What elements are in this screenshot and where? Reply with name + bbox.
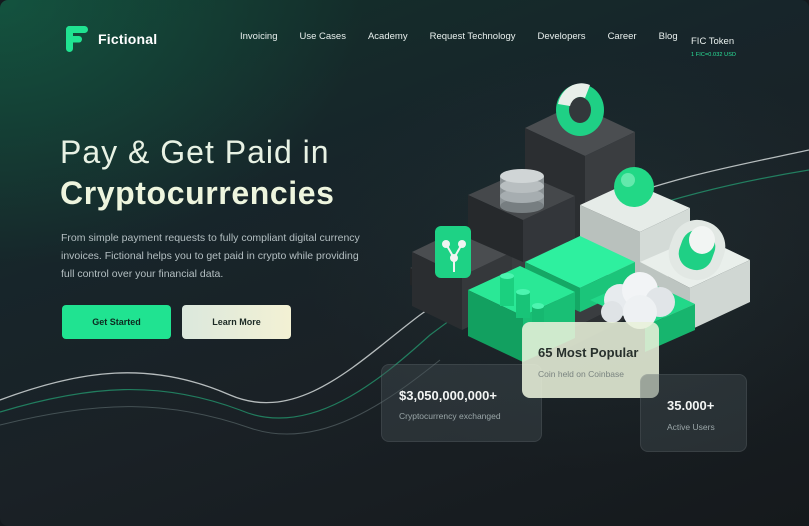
cloud-icon — [601, 272, 675, 329]
hero-description: From simple payment requests to fully co… — [61, 232, 360, 280]
stat-label: Cryptocurrency exchanged — [399, 411, 501, 421]
hero-title-line2: Cryptocurrencies — [60, 175, 335, 211]
tower-right — [585, 132, 635, 250]
block-base-top — [410, 205, 690, 335]
coin-stack-icon — [500, 169, 544, 213]
tower-left — [525, 128, 585, 250]
white-cube2-right — [690, 260, 750, 330]
green-block-right — [580, 262, 635, 312]
stat-value: 65 Most Popular — [538, 345, 639, 360]
white-cube2-top — [640, 236, 750, 288]
nav-item-use-cases[interactable]: Use Cases — [300, 31, 346, 42]
hero-title: Pay & Get Paid in Cryptocurrencies — [60, 134, 335, 212]
green-block2-top — [468, 266, 575, 316]
nav-item-invoicing[interactable]: Invoicing — [240, 31, 278, 42]
nav-item-career[interactable]: Career — [608, 31, 637, 42]
mid-cube-left — [468, 195, 523, 262]
green-block2-left — [468, 290, 523, 362]
stat-label: Active Users — [667, 422, 715, 432]
white-cube-right — [640, 208, 690, 290]
hero-title-line1: Pay & Get Paid in — [60, 134, 330, 170]
fic-token-rate: 1 FIC=0.032 USD — [691, 52, 737, 58]
nav-item-fic-token[interactable]: FIC Token 1 FIC=0.032 USD — [691, 31, 736, 58]
mid-cube-right — [523, 196, 575, 262]
brand-logo[interactable]: Fictional — [66, 26, 157, 52]
nav-item-blog[interactable]: Blog — [659, 31, 678, 42]
white-cube-top — [580, 182, 690, 232]
block-left-side-r — [462, 252, 512, 330]
nav-item-academy[interactable]: Academy — [368, 31, 408, 42]
green-block3-top — [590, 278, 695, 326]
nav-item-developers[interactable]: Developers — [538, 31, 586, 42]
nav-item-request-technology[interactable]: Request Technology — [430, 31, 516, 42]
fictional-logo-icon — [66, 26, 88, 52]
network-tile-icon — [435, 226, 471, 278]
block-left-side — [412, 252, 462, 330]
fic-token-label: FIC Token — [691, 36, 735, 47]
white-cube2-left — [640, 262, 690, 330]
brand-name: Fictional — [98, 31, 158, 47]
mid-cube-top — [468, 172, 575, 220]
toggle-pill-icon — [668, 219, 726, 281]
donut-icon — [556, 83, 604, 136]
green-block-left — [525, 262, 580, 312]
stat-label: Coin held on Coinbase — [538, 369, 625, 379]
stat-card-coins: 65 Most Popular Coin held on Coinbase — [522, 322, 659, 398]
wave-line-dim — [0, 359, 441, 435]
landing-page: Fictional Invoicing Use Cases Academy Re… — [0, 0, 809, 526]
main-nav: Invoicing Use Cases Academy Request Tech… — [240, 31, 700, 42]
stat-card-exchanged: $3,050,000,000+ Cryptocurrency exchanged — [381, 364, 542, 442]
learn-more-button[interactable]: Learn More — [182, 305, 291, 339]
white-cube-left — [580, 205, 640, 290]
tower-top — [525, 104, 635, 156]
stat-card-users: 35.000+ Active Users — [640, 374, 747, 452]
block-left-top — [412, 228, 512, 276]
stat-value: 35.000+ — [667, 398, 715, 413]
green-ball — [614, 167, 654, 207]
get-started-button[interactable]: Get Started — [62, 305, 171, 339]
green-block-top — [525, 236, 635, 288]
stat-value: $3,050,000,000+ — [399, 388, 497, 403]
